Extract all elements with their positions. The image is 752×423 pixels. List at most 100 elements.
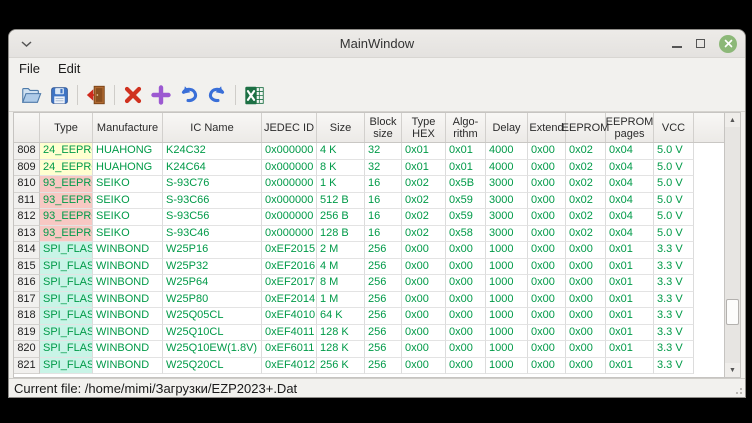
open-file-button[interactable] (18, 82, 44, 108)
cell-jedec-id: 0xEF6011 (262, 341, 317, 358)
maximize-button[interactable] (696, 35, 705, 53)
cell-eeprom-pages: 0x04 (606, 209, 654, 226)
cell-vcc: 3.3 V (654, 275, 694, 292)
column-header[interactable]: EEPROM (566, 113, 606, 142)
column-header[interactable]: Size (317, 113, 365, 142)
table-row[interactable]: 81193_EEPROMSEIKOS-93C660x000000512 B160… (14, 193, 740, 210)
cell-type: SPI_FLASH (40, 325, 93, 342)
cell-eeprom: 0x00 (566, 358, 606, 375)
cell-ic-name: S-93C56 (163, 209, 262, 226)
cell-type: 24_EEPROM (40, 143, 93, 160)
scroll-up-button[interactable]: ▲ (725, 113, 740, 127)
column-header[interactable]: Type HEX (402, 113, 446, 142)
delete-row-button[interactable] (120, 82, 146, 108)
scrollbar-thumb[interactable] (726, 299, 739, 325)
column-header[interactable]: Manufacture (93, 113, 163, 142)
save-file-button[interactable] (46, 82, 72, 108)
scrollbar-track[interactable] (725, 127, 740, 363)
table-row[interactable]: 814SPI_FLASHWINBONDW25P160xEF20152 M2560… (14, 242, 740, 259)
table-row[interactable]: 819SPI_FLASHWINBONDW25Q10CL0xEF4011128 K… (14, 325, 740, 342)
table-row[interactable]: 80824_EEPROMHUAHONGK24C320x0000004 K320x… (14, 143, 740, 160)
table-row[interactable]: 818SPI_FLASHWINBONDW25Q05CL0xEF401064 K2… (14, 308, 740, 325)
table-row[interactable]: 821SPI_FLASHWINBONDW25Q20CL0xEF4012256 K… (14, 358, 740, 375)
window-menu-chevron-icon[interactable] (21, 40, 32, 48)
cell-algorithm: 0x00 (446, 259, 486, 276)
cell-size: 256 B (317, 209, 365, 226)
table-row[interactable]: 81093_EEPROMSEIKOS-93C760x0000001 K160x0… (14, 176, 740, 193)
cell-ic-name: W25P64 (163, 275, 262, 292)
close-button[interactable] (719, 35, 737, 53)
undo-arrow-icon (178, 84, 200, 106)
cell-jedec-id: 0x000000 (262, 143, 317, 160)
cell-eeprom: 0x02 (566, 209, 606, 226)
cell-delay: 3000 (486, 226, 528, 243)
vertical-scrollbar[interactable]: ▲ ▼ (724, 113, 740, 377)
cell-ic-name: W25P32 (163, 259, 262, 276)
table-row[interactable]: 81393_EEPROMSEIKOS-93C460x000000128 B160… (14, 226, 740, 243)
column-header[interactable]: JEDEC ID (262, 113, 317, 142)
cell-size: 128 B (317, 226, 365, 243)
open-folder-icon (20, 84, 42, 106)
export-excel-button[interactable] (241, 82, 267, 108)
table-row[interactable]: 820SPI_FLASHWINBONDW25Q10EW(1.8V)0xEF601… (14, 341, 740, 358)
cell-delay: 1000 (486, 308, 528, 325)
column-header[interactable]: VCC (654, 113, 694, 142)
column-header[interactable]: IC Name (163, 113, 262, 142)
cell-algorithm: 0x00 (446, 292, 486, 309)
cell-delay: 1000 (486, 292, 528, 309)
undo-button[interactable] (176, 82, 202, 108)
column-header[interactable]: Type (40, 113, 93, 142)
table-row[interactable]: 816SPI_FLASHWINBONDW25P640xEF20178 M2560… (14, 275, 740, 292)
cell-eeprom: 0x00 (566, 341, 606, 358)
menu-edit[interactable]: Edit (58, 61, 80, 76)
cell-eeprom: 0x02 (566, 176, 606, 193)
cell-delay: 1000 (486, 259, 528, 276)
main-window: MainWindow File Edit (8, 29, 746, 398)
menu-file[interactable]: File (19, 61, 40, 76)
add-row-button[interactable] (148, 82, 174, 108)
cell-manufacture: WINBOND (93, 358, 163, 375)
column-header[interactable]: Block size (365, 113, 402, 142)
cell-type: SPI_FLASH (40, 259, 93, 276)
scroll-down-button[interactable]: ▼ (725, 363, 740, 377)
cell-ic-name: W25Q10CL (163, 325, 262, 342)
column-header[interactable] (14, 113, 40, 142)
cell-vcc: 5.0 V (654, 160, 694, 177)
column-header[interactable]: Delay (486, 113, 528, 142)
cell-vcc: 3.3 V (654, 292, 694, 309)
column-header[interactable]: Extend (528, 113, 566, 142)
cell-type-hex: 0x00 (402, 259, 446, 276)
cell-eeprom-pages: 0x01 (606, 325, 654, 342)
cell-eeprom-pages: 0x04 (606, 193, 654, 210)
cell-num: 811 (14, 193, 40, 210)
column-header[interactable]: EEPROM pages (606, 113, 654, 142)
resize-grip[interactable] (733, 385, 743, 395)
redo-button[interactable] (204, 82, 230, 108)
cell-delay: 1000 (486, 341, 528, 358)
cell-num: 810 (14, 176, 40, 193)
cell-num: 814 (14, 242, 40, 259)
cell-algorithm: 0x01 (446, 143, 486, 160)
cell-algorithm: 0x00 (446, 341, 486, 358)
cell-ic-name: S-93C76 (163, 176, 262, 193)
table-row[interactable]: 817SPI_FLASHWINBONDW25P800xEF20141 M2560… (14, 292, 740, 309)
cell-block-size: 256 (365, 292, 402, 309)
cell-delay: 1000 (486, 358, 528, 375)
cell-num: 816 (14, 275, 40, 292)
cell-eeprom: 0x00 (566, 325, 606, 342)
delete-x-icon (123, 85, 143, 105)
minimize-button[interactable] (672, 35, 682, 53)
cell-vcc: 3.3 V (654, 341, 694, 358)
cell-manufacture: WINBOND (93, 308, 163, 325)
table-row[interactable]: 80924_EEPROMHUAHONGK24C640x0000008 K320x… (14, 160, 740, 177)
table-row[interactable]: 81293_EEPROMSEIKOS-93C560x000000256 B160… (14, 209, 740, 226)
table-row[interactable]: 815SPI_FLASHWINBONDW25P320xEF20164 M2560… (14, 259, 740, 276)
cell-delay: 1000 (486, 325, 528, 342)
cell-type: 93_EEPROM (40, 209, 93, 226)
cell-eeprom-pages: 0x01 (606, 358, 654, 375)
cell-manufacture: WINBOND (93, 259, 163, 276)
exit-button[interactable] (83, 82, 109, 108)
titlebar[interactable]: MainWindow (9, 30, 745, 58)
cell-size: 128 K (317, 341, 365, 358)
column-header[interactable]: Algo- rithm (446, 113, 486, 142)
